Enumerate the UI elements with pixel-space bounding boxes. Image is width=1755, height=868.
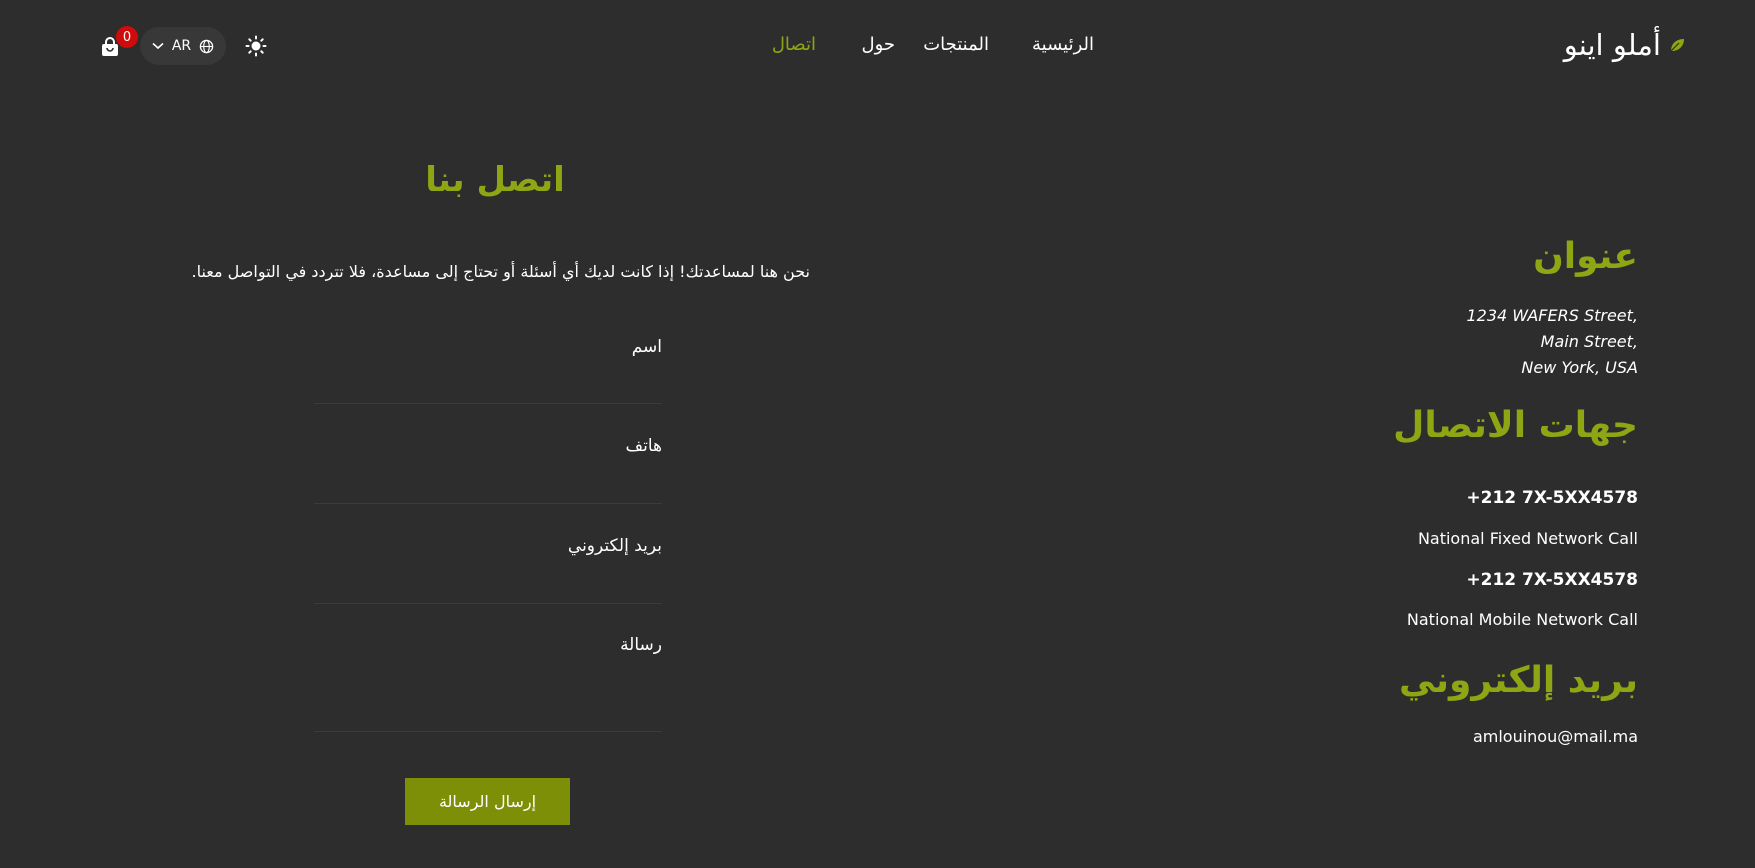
language-label: AR xyxy=(171,38,192,54)
nav-contact[interactable]: اتصال xyxy=(772,34,816,55)
phone-number[interactable]: +212 7X-5XX4578 xyxy=(1466,488,1638,508)
cart-count-badge: 0 xyxy=(116,26,138,48)
address-line: 1234 WAFERS Street, xyxy=(1466,306,1639,325)
address-line: Main Street, xyxy=(1540,332,1638,351)
email-label: بريد إلكتروني xyxy=(567,536,662,556)
phone-description: National Mobile Network Call xyxy=(1406,610,1638,629)
leaf-icon xyxy=(1670,39,1684,52)
sun-icon[interactable] xyxy=(245,35,267,57)
message-label: رسالة xyxy=(620,635,662,655)
name-label: اسم xyxy=(631,337,662,357)
chevron-down-icon xyxy=(152,42,164,50)
contact-title: اتصل بنا xyxy=(425,160,565,200)
nav-home[interactable]: الرئيسية xyxy=(1032,34,1094,55)
email-heading: بريد إلكتروني xyxy=(1399,660,1638,701)
name-field[interactable]: اسم xyxy=(314,337,662,404)
contact-intro: نحن هنا لمساعدتك! إذا كانت لديك أي أسئلة… xyxy=(191,262,810,281)
globe-icon xyxy=(199,39,214,53)
phone-number[interactable]: +212 7X-5XX4578 xyxy=(1466,570,1638,590)
address-block: 1234 WAFERS Street, Main Street, New Yor… xyxy=(1467,303,1639,381)
brand-logo[interactable]: أملو اينو xyxy=(1564,28,1685,62)
language-selector[interactable]: AR xyxy=(140,27,226,65)
message-field[interactable]: رسالة xyxy=(314,635,662,732)
brand-name: أملو اينو xyxy=(1563,28,1661,62)
nav-products[interactable]: المنتجات xyxy=(923,34,989,55)
phone-label: هاتف xyxy=(625,436,662,456)
send-message-button[interactable]: إرسال الرسالة xyxy=(405,778,570,825)
address-line: New York, USA xyxy=(1521,358,1638,377)
address-heading: عنوان xyxy=(1533,236,1638,277)
phone-description: National Fixed Network Call xyxy=(1417,529,1638,548)
email-field[interactable]: بريد إلكتروني xyxy=(314,536,662,604)
email-address[interactable]: amlouinou@mail.ma xyxy=(1473,727,1638,746)
nav-about[interactable]: حول xyxy=(861,34,895,55)
phone-field[interactable]: هاتف xyxy=(314,436,662,504)
contacts-heading: جهات الاتصال xyxy=(1393,405,1638,446)
main-nav: الرئيسية المنتجات حول اتصال xyxy=(744,34,1094,64)
